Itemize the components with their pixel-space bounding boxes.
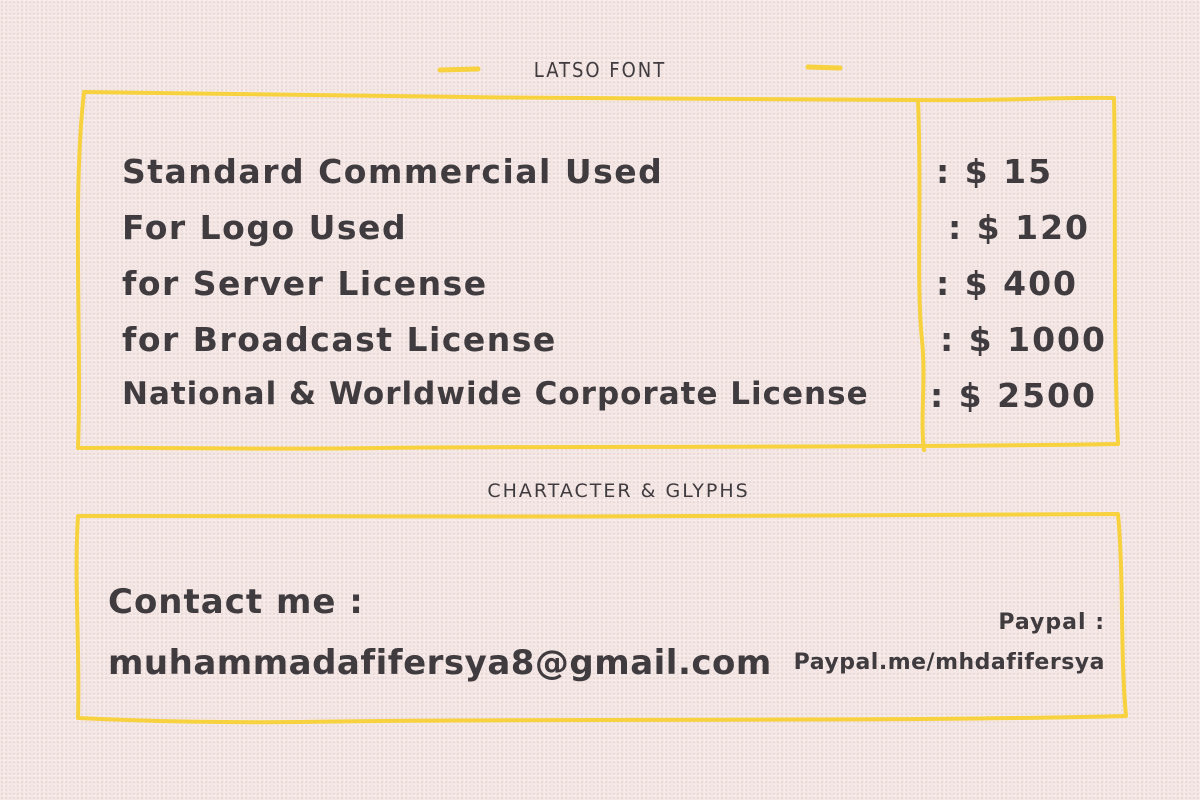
license-price-standard: : $ 15	[936, 152, 1054, 191]
license-price-corporate: : $ 2500	[930, 376, 1097, 415]
license-price-broadcast: : $ 1000	[940, 320, 1107, 359]
license-name-logo: For Logo Used	[122, 208, 408, 247]
paypal-link: Paypal.me/mhdafifersya	[793, 650, 1105, 675]
paypal-label: Paypal :	[998, 610, 1105, 635]
license-name-broadcast: for Broadcast License	[122, 320, 557, 359]
contact-label: Contact me :	[108, 582, 364, 622]
license-price-server: : $ 400	[936, 264, 1079, 303]
license-box-divider	[916, 98, 926, 452]
license-price-logo: : $ 120	[948, 208, 1091, 247]
license-name-corporate: National & Worldwide Corporate License	[122, 376, 869, 412]
contact-email: muhammadafifersya8@gmail.com	[108, 643, 772, 683]
page-title: LATSO FONT	[533, 58, 667, 82]
section-title: CHARTACTER & GLYPHS	[487, 480, 750, 502]
license-name-server: for Server License	[122, 264, 488, 303]
license-name-standard: Standard Commercial Used	[122, 152, 664, 191]
